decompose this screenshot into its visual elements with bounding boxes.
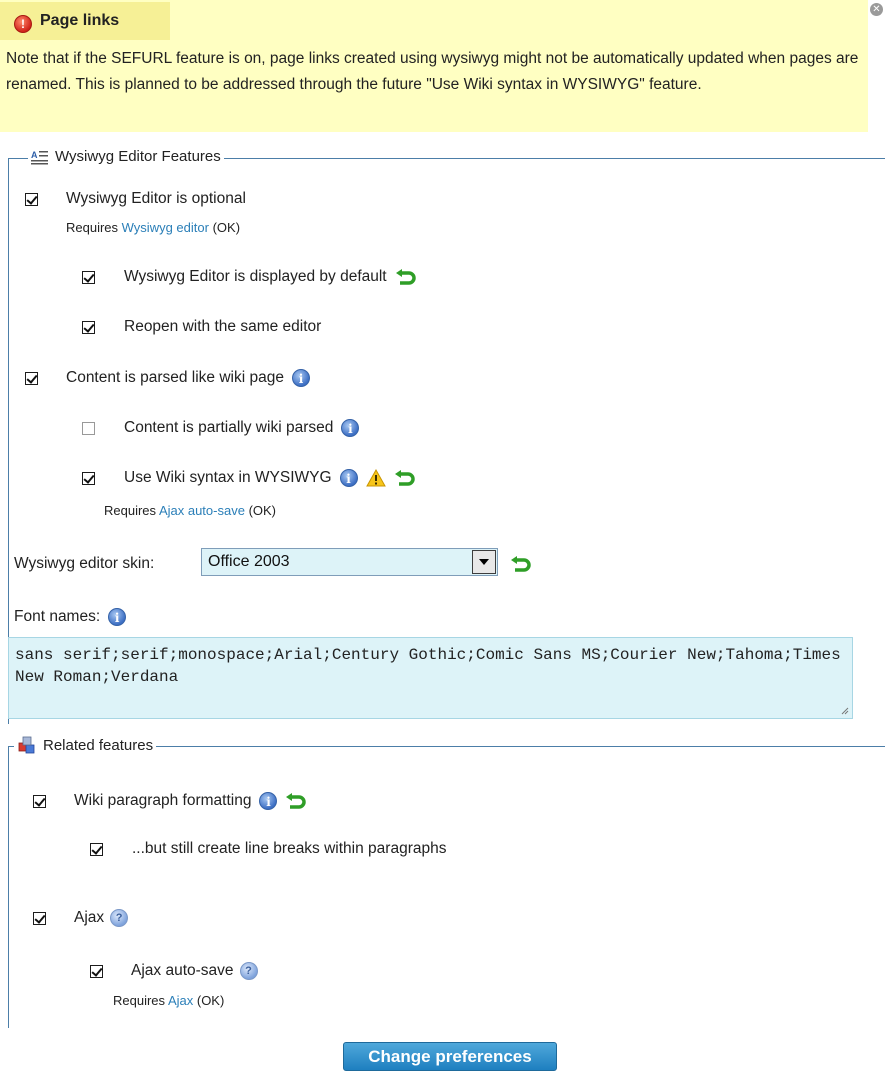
notice-title: Page links <box>40 12 120 29</box>
help-icon[interactable]: ? <box>239 962 258 980</box>
option-partially-parsed[interactable]: Content is partially wiki parsed i <box>82 419 360 437</box>
checkbox-ajax[interactable] <box>33 911 46 925</box>
modules-icon <box>18 736 35 754</box>
checkbox-reopen-same-editor[interactable] <box>82 320 95 334</box>
option-content-parsed[interactable]: Content is parsed like wiki page i <box>25 369 310 387</box>
info-icon[interactable]: i <box>108 608 127 626</box>
checkbox-content-parsed[interactable] <box>25 371 38 385</box>
label-wiki-paragraph-formatting: Wiki paragraph formatting <box>74 792 252 809</box>
close-icon[interactable]: ✕ <box>870 3 883 16</box>
link-ajax[interactable]: Ajax <box>168 993 193 1008</box>
checkbox-line-breaks[interactable] <box>90 842 103 856</box>
label-ajax-auto-save: Ajax auto-save <box>131 962 234 979</box>
reset-icon[interactable] <box>285 793 307 809</box>
requires-status: (OK) <box>196 993 225 1008</box>
link-wysiwyg-editor[interactable]: Wysiwyg editor <box>122 220 209 235</box>
checkbox-wysiwyg-optional[interactable] <box>25 192 38 206</box>
text-align-icon: A <box>31 150 48 164</box>
related-features-fieldset <box>8 746 885 1028</box>
label-line-breaks: ...but still create line breaks within p… <box>132 840 447 857</box>
option-wysiwyg-default[interactable]: Wysiwyg Editor is displayed by default <box>82 268 417 286</box>
change-preferences-button[interactable]: Change preferences <box>343 1042 557 1071</box>
chevron-down-icon[interactable] <box>472 550 496 574</box>
font-names-label: Font names: <box>14 608 101 625</box>
warning-icon <box>365 468 386 487</box>
checkbox-ajax-auto-save[interactable] <box>90 964 103 978</box>
link-ajax-auto-save[interactable]: Ajax auto-save <box>159 503 245 518</box>
requires-ajax: Requires Ajax (OK) <box>113 993 224 1008</box>
wysiwyg-features-title: Wysiwyg Editor Features <box>55 148 221 165</box>
label-content-parsed: Content is parsed like wiki page <box>66 369 284 386</box>
option-reopen-same-editor[interactable]: Reopen with the same editor <box>82 318 321 336</box>
font-names-textarea[interactable]: sans serif;serif;monospace;Arial;Century… <box>8 637 853 719</box>
page-links-notice: ! Page links Note that if the SEFURL fea… <box>0 0 868 132</box>
wysiwyg-features-legend: A Wysiwyg Editor Features <box>28 148 224 165</box>
font-names-label-row: Font names: i <box>14 608 127 626</box>
help-icon[interactable]: ? <box>110 909 129 927</box>
skin-label-row: Wysiwyg editor skin: <box>14 555 154 573</box>
label-reopen-same-editor: Reopen with the same editor <box>124 318 322 335</box>
requires-prefix: Requires <box>113 993 166 1008</box>
related-features-legend: Related features <box>14 736 157 754</box>
option-wiki-syntax-wysiwyg[interactable]: Use Wiki syntax in WYSIWYG i <box>82 468 416 487</box>
requires-prefix: Requires <box>104 503 157 518</box>
label-wysiwyg-optional: Wysiwyg Editor is optional <box>66 190 246 207</box>
reset-icon[interactable] <box>395 269 417 285</box>
info-icon[interactable]: i <box>341 419 360 437</box>
svg-text:A: A <box>31 150 38 160</box>
notice-header: ! Page links <box>0 2 170 40</box>
label-wiki-syntax-wysiwyg: Use Wiki syntax in WYSIWYG <box>124 469 332 486</box>
option-line-breaks[interactable]: ...but still create line breaks within p… <box>90 840 446 858</box>
checkbox-wiki-paragraph-formatting[interactable] <box>33 794 46 808</box>
requires-prefix: Requires <box>66 220 119 235</box>
label-partially-parsed: Content is partially wiki parsed <box>124 419 334 436</box>
error-icon: ! <box>14 15 32 33</box>
editor-skin-value: Office 2003 <box>208 553 290 570</box>
notice-text: Note that if the SEFURL feature is on, p… <box>6 50 859 93</box>
reset-icon[interactable] <box>510 556 532 572</box>
checkbox-wiki-syntax-wysiwyg[interactable] <box>82 471 95 485</box>
checkbox-partially-parsed[interactable] <box>82 421 95 435</box>
skin-label: Wysiwyg editor skin: <box>14 555 155 572</box>
resize-grip-icon[interactable] <box>841 707 849 715</box>
requires-ajax-auto-save: Requires Ajax auto-save (OK) <box>104 503 276 518</box>
requires-wysiwyg-editor: Requires Wysiwyg editor (OK) <box>66 220 240 235</box>
requires-status: (OK) <box>212 220 241 235</box>
font-names-value: sans serif;serif;monospace;Arial;Century… <box>15 646 841 686</box>
info-icon[interactable]: i <box>291 369 310 387</box>
related-features-title: Related features <box>43 736 154 754</box>
option-ajax-auto-save[interactable]: Ajax auto-save ? <box>90 962 258 980</box>
option-wysiwyg-optional[interactable]: Wysiwyg Editor is optional <box>25 190 246 208</box>
requires-status: (OK) <box>248 503 277 518</box>
editor-skin-select[interactable]: Office 2003 <box>201 548 498 576</box>
option-wiki-paragraph-formatting[interactable]: Wiki paragraph formatting i <box>33 792 307 810</box>
checkbox-wysiwyg-default[interactable] <box>82 270 95 284</box>
label-ajax: Ajax <box>74 909 105 926</box>
reset-icon[interactable] <box>394 470 416 486</box>
option-ajax[interactable]: Ajax ? <box>33 909 129 927</box>
info-icon[interactable]: i <box>259 792 278 810</box>
label-wysiwyg-default: Wysiwyg Editor is displayed by default <box>124 268 387 285</box>
info-icon[interactable]: i <box>339 469 358 487</box>
